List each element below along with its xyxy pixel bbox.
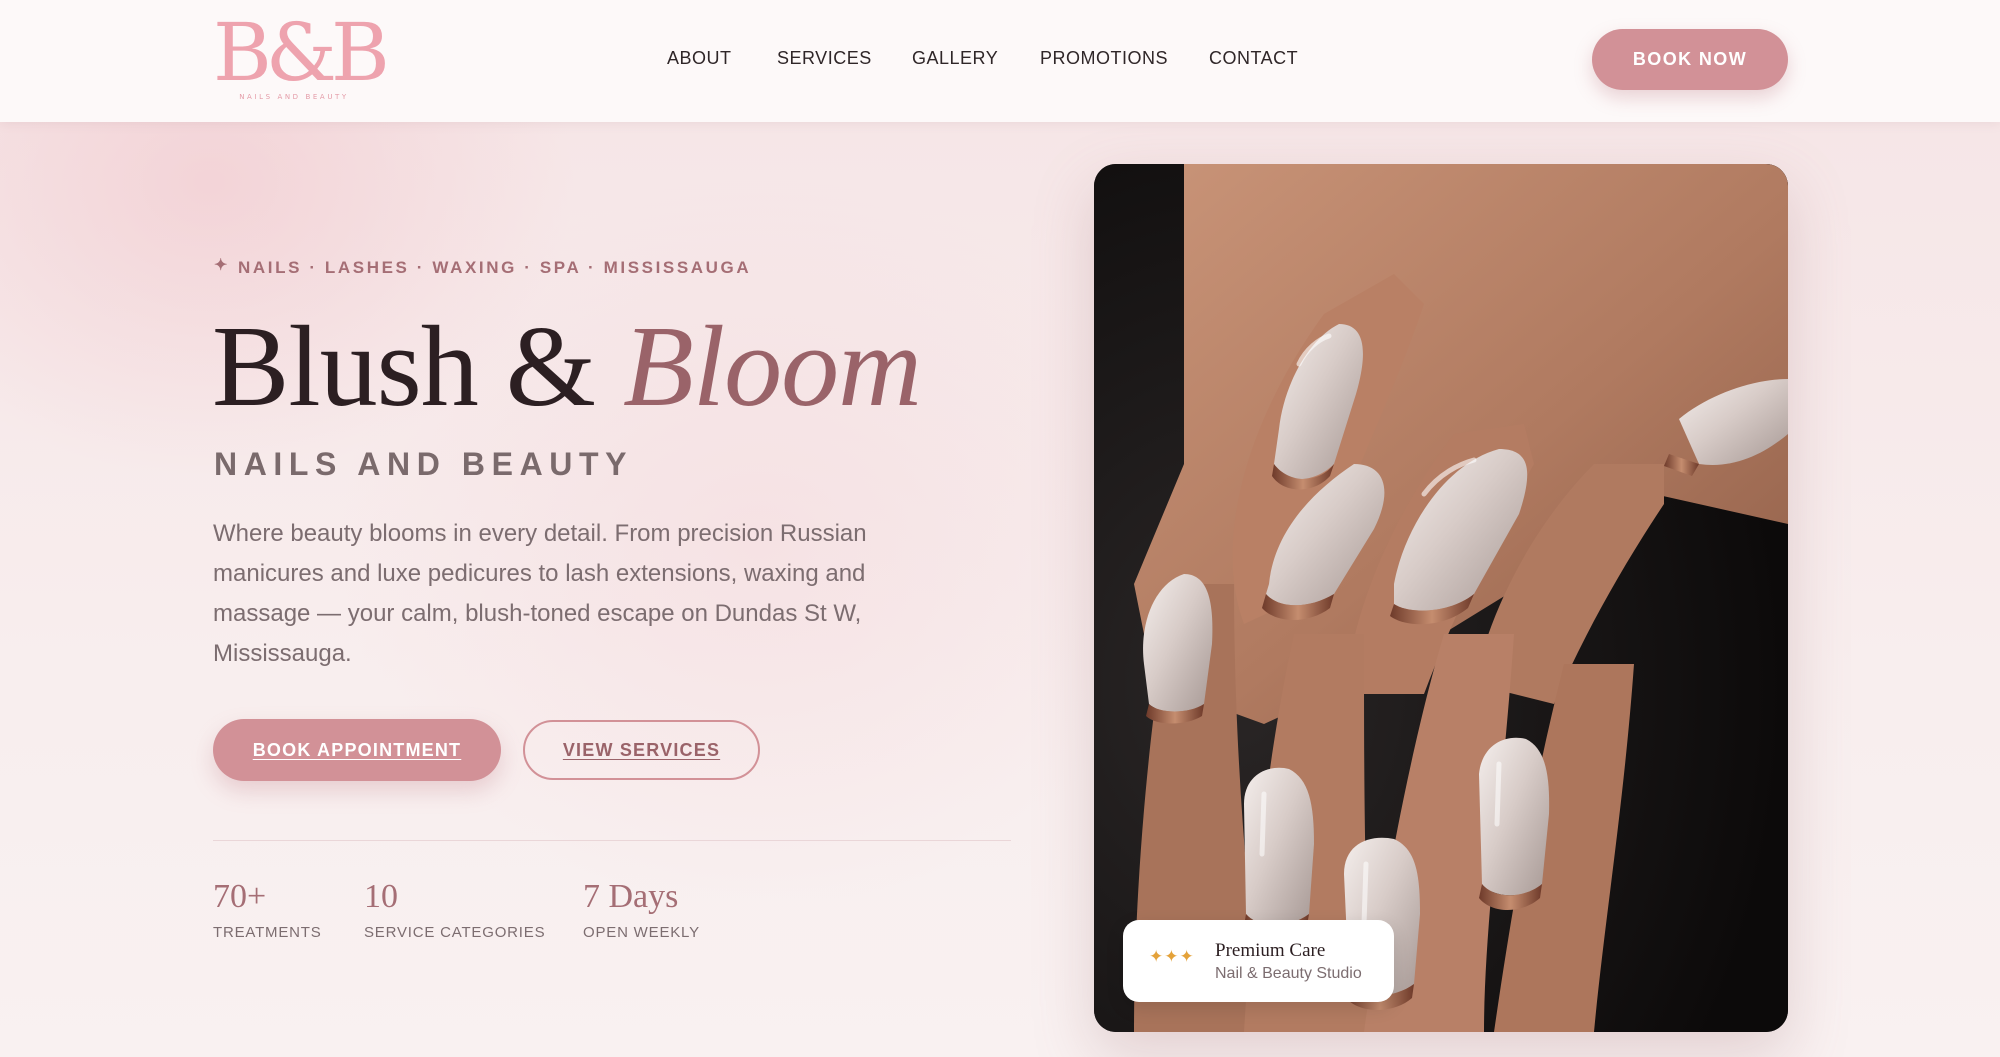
hero-subtitle: NAILS AND BEAUTY — [214, 446, 634, 482]
nav-services[interactable]: SERVICES — [777, 48, 872, 69]
nav-promotions[interactable]: PROMOTIONS — [1040, 48, 1168, 69]
book-now-button[interactable]: BOOK NOW — [1592, 29, 1788, 90]
nav-contact[interactable]: CONTACT — [1209, 48, 1298, 69]
stat-label: SERVICE CATEGORIES — [364, 924, 546, 941]
stat-service-categories: 10 SERVICE CATEGORIES — [364, 876, 545, 941]
hero-eyebrow: ✦ NAILS · LASHES · WAXING · SPA · MISSISS… — [214, 257, 752, 278]
stars-icon: ✦✦✦ — [1149, 947, 1195, 967]
logo-tagline: NAILS AND BEAUTY — [239, 93, 349, 101]
stat-treatments: 70+ TREATMENTS — [213, 876, 322, 941]
nav-gallery[interactable]: GALLERY — [912, 48, 998, 69]
book-appointment-button[interactable]: BOOK APPOINTMENT — [213, 719, 501, 781]
nav-about[interactable]: ABOUT — [667, 48, 732, 69]
stats-divider — [213, 840, 1011, 841]
sparkle-icon: ✦ — [214, 257, 231, 274]
badge-title: Premium Care — [1215, 940, 1326, 961]
stat-value: 70+ — [213, 878, 267, 915]
stat-value: 10 — [364, 878, 398, 915]
stat-open-weekly: 7 Days OPEN WEEKLY — [583, 876, 700, 941]
stat-value: 7 Days — [583, 878, 679, 915]
view-services-button[interactable]: VIEW SERVICES — [523, 720, 760, 780]
site-header: B&B NAILS AND BEAUTY ABOUT SERVICES GALL… — [0, 0, 2000, 122]
hero-eyebrow-text: NAILS · LASHES · WAXING · SPA · MISSISSA… — [238, 258, 752, 277]
stat-label: OPEN WEEKLY — [583, 924, 700, 941]
badge-subtitle: Nail & Beauty Studio — [1215, 965, 1362, 982]
stat-label: TREATMENTS — [213, 924, 322, 941]
hero-nails-image — [1094, 164, 1788, 1032]
hero-title: Blush & Bloom — [212, 292, 922, 442]
premium-care-badge: ✦✦✦ Premium Care Nail & Beauty Studio — [1123, 920, 1394, 1002]
hero-description: Where beauty blooms in every detail. Fro… — [213, 520, 867, 667]
hero-title-main: Blush & — [212, 303, 596, 431]
hero-title-accent: Bloom — [622, 303, 922, 431]
